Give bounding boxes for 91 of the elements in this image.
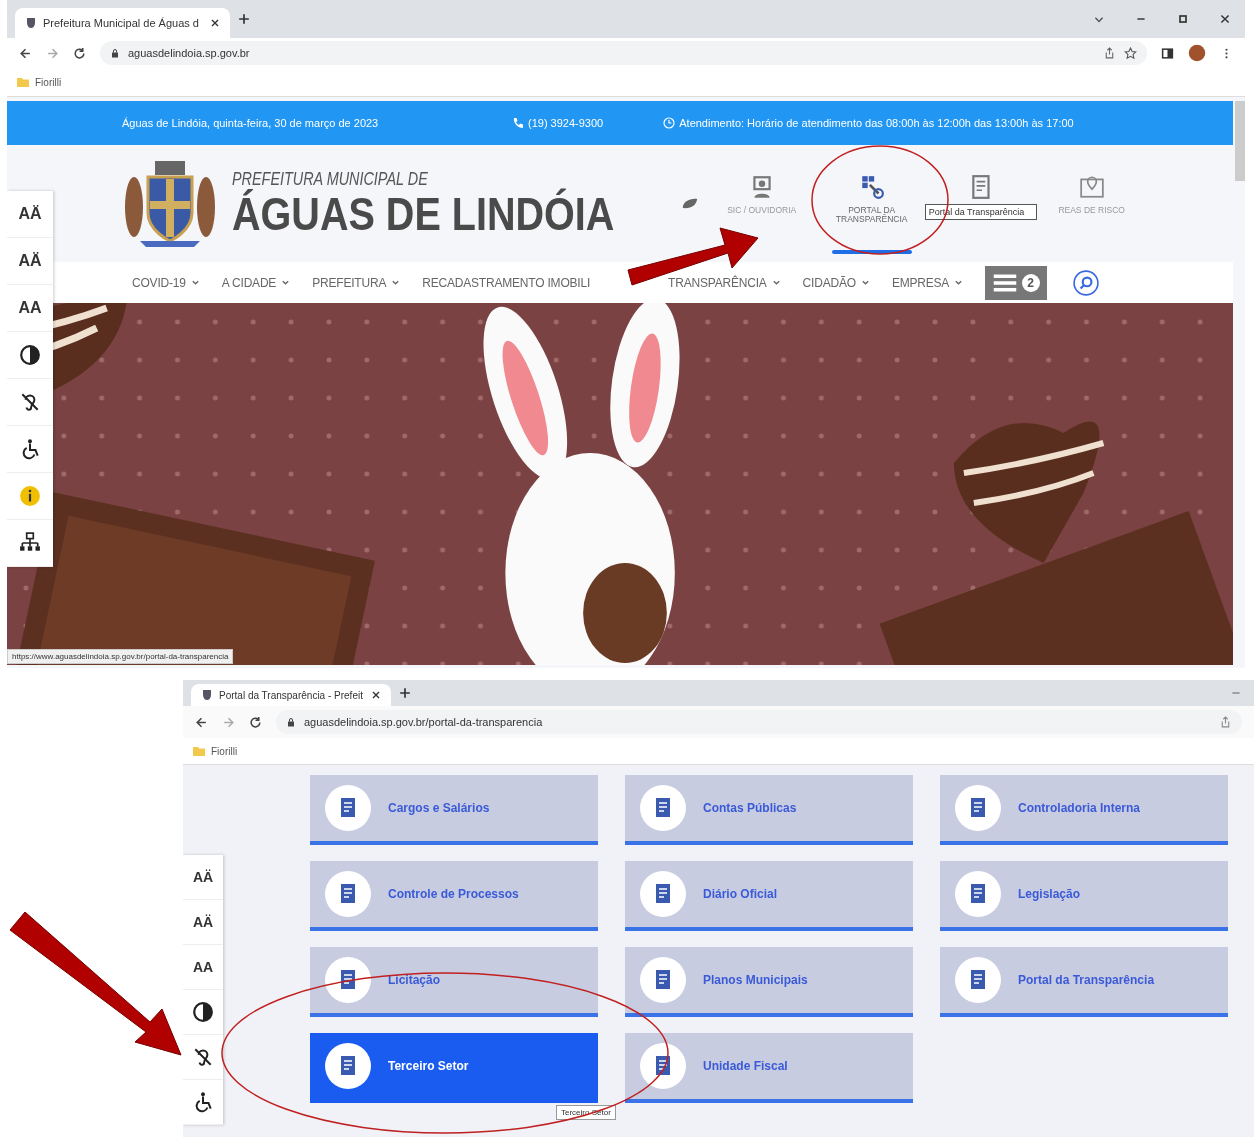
chevron-icon <box>190 278 200 287</box>
document-icon <box>639 784 687 832</box>
font-size-button[interactable]: AA <box>7 285 53 332</box>
nav-menu-item[interactable]: CIDADÃO <box>802 275 870 290</box>
document-icon <box>639 956 687 1004</box>
document-icon <box>954 956 1002 1004</box>
scrollbar-thumb[interactable] <box>1235 101 1245 181</box>
font-size-button[interactable]: AÄ <box>183 900 223 945</box>
document-icon <box>639 870 687 918</box>
contrast-icon <box>19 344 41 366</box>
hearing-off-icon <box>19 391 41 413</box>
share-icon[interactable] <box>1103 46 1116 60</box>
address-bar[interactable]: aguasdelindoia.sp.gov.br <box>100 41 1147 65</box>
portal-tile[interactable]: Terceiro Setor <box>310 1033 598 1103</box>
document-icon <box>954 784 1002 832</box>
portal-tile[interactable]: Controle de Processos <box>310 861 598 931</box>
document-icon <box>324 956 372 1004</box>
date-text: Águas de Lindóia, quinta-feira, 30 de março de 2023 <box>122 117 380 129</box>
chevron-icon <box>771 278 781 287</box>
hearing-off-icon <box>192 1046 214 1068</box>
document-icon <box>954 870 1002 918</box>
new-tab-icon[interactable] <box>399 687 411 699</box>
nav-menu-item[interactable]: COVID-19 <box>132 275 200 290</box>
sitemap-icon <box>19 532 41 554</box>
portal-tile[interactable]: Legislação <box>940 861 1228 931</box>
font-size-button[interactable]: AÄ <box>7 238 53 285</box>
close-icon[interactable] <box>371 690 381 700</box>
menu-button[interactable]: 2 <box>985 265 1048 300</box>
portal-tile[interactable]: Planos Municipais <box>625 947 913 1017</box>
info-icon <box>19 485 41 507</box>
bookmark-folder[interactable]: Fiorilli <box>17 76 62 88</box>
portal-tile[interactable]: Portal da Transparência <box>940 947 1228 1017</box>
shortcut-link[interactable]: PORTAL DA TRANSPARÊNCIA <box>818 173 925 254</box>
lock-icon <box>286 717 296 727</box>
contrast-icon <box>192 1001 214 1023</box>
phone-number: (19) 3924-9300 <box>528 117 604 129</box>
close-icon[interactable] <box>1219 13 1231 25</box>
font-size-button[interactable]: AÄ <box>183 855 223 900</box>
reload-icon[interactable] <box>249 715 262 729</box>
folder-icon <box>193 746 205 756</box>
chevron-icon <box>954 278 964 287</box>
search-icon[interactable] <box>1073 269 1100 296</box>
font-size-button[interactable]: AÄ <box>7 191 53 238</box>
portal-tile[interactable]: Controladoria Interna <box>940 775 1228 845</box>
new-tab-icon[interactable] <box>238 13 250 25</box>
document-icon <box>324 1042 372 1090</box>
share-icon[interactable] <box>1219 715 1232 729</box>
document-icon <box>639 1042 687 1090</box>
document-icon <box>324 870 372 918</box>
chevron-icon <box>281 278 291 287</box>
menu-icon <box>992 273 1017 292</box>
status-url: https://www.aguasdelindoia.sp.gov.br/portal-da-transparencia <box>7 649 234 664</box>
sidebar-icon[interactable] <box>1161 46 1174 60</box>
portal-tile[interactable]: Diário Oficial <box>625 861 913 931</box>
count-badge: 2 <box>1021 273 1040 292</box>
chevron-icon <box>860 278 870 287</box>
crest-icon <box>25 17 37 29</box>
nav-menu-item[interactable]: EMPRESA <box>891 275 964 290</box>
portal-tile[interactable]: Unidade Fiscal <box>625 1033 913 1103</box>
leaf-icon[interactable] <box>680 197 699 210</box>
nav-menu-item[interactable]: TRANSPARÊNCIA <box>668 275 781 290</box>
star-icon[interactable] <box>1124 46 1137 60</box>
lock-icon <box>110 48 120 58</box>
close-icon[interactable] <box>210 18 220 28</box>
document-icon <box>324 784 372 832</box>
portal-tile[interactable]: Licitação <box>310 947 598 1017</box>
nav-menu-item[interactable]: RECADASTRAMENTO IMOBILI <box>422 275 591 290</box>
nav-menu-item[interactable]: PREFEITURA <box>312 275 401 290</box>
back-icon[interactable] <box>19 46 32 60</box>
site-subtitle: PREFEITURA MUNICIPAL DE <box>232 168 429 189</box>
portal-tile[interactable]: Contas Públicas <box>625 775 913 845</box>
back-icon[interactable] <box>195 715 208 729</box>
phone-icon <box>512 117 524 129</box>
folder-icon <box>17 77 29 87</box>
hours-text: Atendimento: Horário de atendimento das 08:00h às 12:00h das 13:00h às 17:00 <box>679 117 1074 129</box>
site-title: ÁGUAS DE LINDÓIA <box>232 189 615 239</box>
restore-icon[interactable] <box>1177 13 1189 25</box>
tooltip: Terceiro Setor <box>556 1105 616 1120</box>
browser-tab[interactable]: Prefeitura Municipal de Águas d <box>15 8 230 38</box>
browser-tab[interactable]: Portal da Transparência - Prefeit <box>191 684 391 706</box>
address-bar[interactable]: aguasdelindoia.sp.gov.br/portal-da-transparencia <box>276 710 1242 734</box>
crest-icon <box>201 689 213 701</box>
bookmark-folder[interactable]: Fiorilli <box>193 745 238 757</box>
avatar-icon[interactable] <box>1188 44 1206 62</box>
portal-tile[interactable]: Cargos e Salários <box>310 775 598 845</box>
map-pin-icon <box>1078 173 1105 200</box>
nav-menu-item[interactable]: A CIDADE <box>221 275 291 290</box>
font-size-button[interactable]: AA <box>183 945 223 990</box>
chevron-icon <box>391 278 401 287</box>
reload-icon[interactable] <box>73 46 86 60</box>
clock-icon <box>663 117 676 129</box>
